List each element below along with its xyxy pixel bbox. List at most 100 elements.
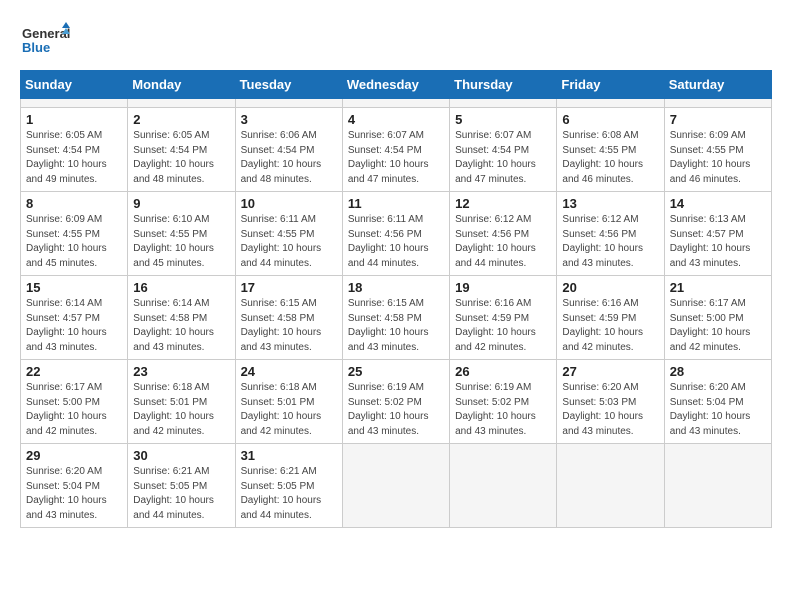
table-row: 3Sunrise: 6:06 AMSunset: 4:54 PMDaylight…: [235, 108, 342, 192]
table-row: 18Sunrise: 6:15 AMSunset: 4:58 PMDayligh…: [342, 276, 449, 360]
table-row: 10Sunrise: 6:11 AMSunset: 4:55 PMDayligh…: [235, 192, 342, 276]
weekday-saturday: Saturday: [664, 71, 771, 99]
table-row: 13 Sunrise: 6:12 AMSunset: 4:56 PMDayligh…: [557, 192, 664, 276]
day-number: 21: [670, 280, 766, 295]
day-number: 28: [670, 364, 766, 379]
table-row: 12Sunrise: 6:12 AMSunset: 4:56 PMDayligh…: [450, 192, 557, 276]
day-number: 27: [562, 364, 658, 379]
table-row: [450, 444, 557, 528]
weekday-sunday: Sunday: [21, 71, 128, 99]
day-info: Sunrise: 6:16 AMSunset: 4:59 PMDaylight:…: [562, 297, 658, 355]
table-row: 16 Sunrise: 6:14 AMSunset: 4:58 PMDayligh…: [128, 276, 235, 360]
day-number: 12: [455, 196, 551, 211]
table-row: 2 Sunrise: 6:05 AMSunset: 4:54 PMDaylight…: [128, 108, 235, 192]
table-row: [557, 99, 664, 108]
table-row: 27 Sunrise: 6:20 AMSunset: 5:03 PMDayligh…: [557, 360, 664, 444]
day-number: 17: [241, 280, 337, 295]
day-info: Sunrise: 6:06 AMSunset: 4:54 PMDaylight:…: [241, 129, 337, 187]
logo-icon: General Blue: [20, 20, 70, 60]
table-row: 6 Sunrise: 6:08 AMSunset: 4:55 PMDaylight…: [557, 108, 664, 192]
table-row: [342, 444, 449, 528]
day-info: Sunrise: 6:11 AMSunset: 4:55 PMDaylight:…: [241, 213, 337, 271]
day-info: Sunrise: 6:17 AMSunset: 5:00 PMDaylight:…: [26, 381, 122, 439]
calendar-week-0: [21, 99, 772, 108]
day-info: Sunrise: 6:11 AMSunset: 4:56 PMDaylight:…: [348, 213, 444, 271]
table-row: 8Sunrise: 6:09 AMSunset: 4:55 PMDaylight…: [21, 192, 128, 276]
day-info: Sunrise: 6:05 AMSunset: 4:54 PMDaylight:…: [133, 129, 229, 187]
table-row: 5 Sunrise: 6:07 AMSunset: 4:54 PMDaylight…: [450, 108, 557, 192]
table-row: 1 Sunrise: 6:05 AMSunset: 4:54 PMDaylight…: [21, 108, 128, 192]
calendar-week-2: 8Sunrise: 6:09 AMSunset: 4:55 PMDaylight…: [21, 192, 772, 276]
day-number: 6: [562, 112, 658, 127]
day-info: Sunrise: 6:18 AMSunset: 5:01 PMDaylight:…: [241, 381, 337, 439]
day-number: 4: [348, 112, 444, 127]
day-number: 5: [455, 112, 551, 127]
calendar-week-3: 15Sunrise: 6:14 AMSunset: 4:57 PMDayligh…: [21, 276, 772, 360]
table-row: 26 Sunrise: 6:19 AMSunset: 5:02 PMDayligh…: [450, 360, 557, 444]
day-number: 30: [133, 448, 229, 463]
table-row: 7 Sunrise: 6:09 AMSunset: 4:55 PMDaylight…: [664, 108, 771, 192]
day-number: 1: [26, 112, 122, 127]
day-number: 26: [455, 364, 551, 379]
day-info: Sunrise: 6:15 AMSunset: 4:58 PMDaylight:…: [348, 297, 444, 355]
day-number: 16: [133, 280, 229, 295]
day-info: Sunrise: 6:12 AMSunset: 4:56 PMDaylight:…: [562, 213, 658, 271]
day-info: Sunrise: 6:08 AMSunset: 4:55 PMDaylight:…: [562, 129, 658, 187]
table-row: 19 Sunrise: 6:16 AMSunset: 4:59 PMDayligh…: [450, 276, 557, 360]
table-row: [21, 99, 128, 108]
day-info: Sunrise: 6:09 AMSunset: 4:55 PMDaylight:…: [670, 129, 766, 187]
table-row: 22 Sunrise: 6:17 AMSunset: 5:00 PMDayligh…: [21, 360, 128, 444]
table-row: [557, 444, 664, 528]
table-row: 28 Sunrise: 6:20 AMSunset: 5:04 PMDayligh…: [664, 360, 771, 444]
table-row: 29 Sunrise: 6:20 AMSunset: 5:04 PMDayligh…: [21, 444, 128, 528]
day-info: Sunrise: 6:20 AMSunset: 5:04 PMDaylight:…: [26, 465, 122, 523]
day-number: 11: [348, 196, 444, 211]
day-info: Sunrise: 6:19 AMSunset: 5:02 PMDaylight:…: [348, 381, 444, 439]
day-info: Sunrise: 6:09 AMSunset: 4:55 PMDaylight:…: [26, 213, 122, 271]
calendar-week-5: 29 Sunrise: 6:20 AMSunset: 5:04 PMDayligh…: [21, 444, 772, 528]
table-row: [664, 444, 771, 528]
table-row: 9Sunrise: 6:10 AMSunset: 4:55 PMDaylight…: [128, 192, 235, 276]
day-number: 19: [455, 280, 551, 295]
calendar-table: SundayMondayTuesdayWednesdayThursdayFrid…: [20, 70, 772, 528]
day-number: 7: [670, 112, 766, 127]
day-number: 29: [26, 448, 122, 463]
day-number: 14: [670, 196, 766, 211]
table-row: [342, 99, 449, 108]
day-info: Sunrise: 6:07 AMSunset: 4:54 PMDaylight:…: [348, 129, 444, 187]
table-row: 30 Sunrise: 6:21 AMSunset: 5:05 PMDayligh…: [128, 444, 235, 528]
day-info: Sunrise: 6:20 AMSunset: 5:04 PMDaylight:…: [670, 381, 766, 439]
table-row: [128, 99, 235, 108]
day-info: Sunrise: 6:21 AMSunset: 5:05 PMDaylight:…: [133, 465, 229, 523]
weekday-wednesday: Wednesday: [342, 71, 449, 99]
day-number: 22: [26, 364, 122, 379]
day-number: 24: [241, 364, 337, 379]
weekday-thursday: Thursday: [450, 71, 557, 99]
day-info: Sunrise: 6:19 AMSunset: 5:02 PMDaylight:…: [455, 381, 551, 439]
day-info: Sunrise: 6:10 AMSunset: 4:55 PMDaylight:…: [133, 213, 229, 271]
table-row: 15Sunrise: 6:14 AMSunset: 4:57 PMDayligh…: [21, 276, 128, 360]
svg-text:Blue: Blue: [22, 40, 50, 55]
table-row: 17 Sunrise: 6:15 AMSunset: 4:58 PMDayligh…: [235, 276, 342, 360]
day-number: 23: [133, 364, 229, 379]
day-number: 13: [562, 196, 658, 211]
table-row: 23Sunrise: 6:18 AMSunset: 5:01 PMDayligh…: [128, 360, 235, 444]
table-row: 20 Sunrise: 6:16 AMSunset: 4:59 PMDayligh…: [557, 276, 664, 360]
day-info: Sunrise: 6:16 AMSunset: 4:59 PMDaylight:…: [455, 297, 551, 355]
day-info: Sunrise: 6:05 AMSunset: 4:54 PMDaylight:…: [26, 129, 122, 187]
weekday-monday: Monday: [128, 71, 235, 99]
table-row: [664, 99, 771, 108]
calendar-header-row: SundayMondayTuesdayWednesdayThursdayFrid…: [21, 71, 772, 99]
table-row: [235, 99, 342, 108]
weekday-friday: Friday: [557, 71, 664, 99]
day-info: Sunrise: 6:14 AMSunset: 4:58 PMDaylight:…: [133, 297, 229, 355]
day-number: 15: [26, 280, 122, 295]
day-number: 20: [562, 280, 658, 295]
day-number: 2: [133, 112, 229, 127]
day-info: Sunrise: 6:15 AMSunset: 4:58 PMDaylight:…: [241, 297, 337, 355]
table-row: [450, 99, 557, 108]
day-info: Sunrise: 6:20 AMSunset: 5:03 PMDaylight:…: [562, 381, 658, 439]
table-row: 14Sunrise: 6:13 AMSunset: 4:57 PMDayligh…: [664, 192, 771, 276]
day-info: Sunrise: 6:07 AMSunset: 4:54 PMDaylight:…: [455, 129, 551, 187]
table-row: 21Sunrise: 6:17 AMSunset: 5:00 PMDayligh…: [664, 276, 771, 360]
